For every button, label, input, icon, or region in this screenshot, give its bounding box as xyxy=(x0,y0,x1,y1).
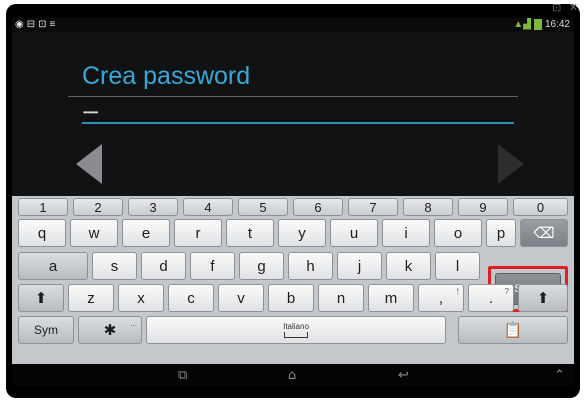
key-9[interactable]: 9 xyxy=(458,198,508,216)
on-screen-keyboard: 1 2 3 4 5 6 7 8 9 0 q w e r t y u i o p … xyxy=(12,196,574,364)
settings-gear-icon: ✱ xyxy=(103,322,117,339)
key-4[interactable]: 4 xyxy=(183,198,233,216)
key-d[interactable]: d xyxy=(141,252,186,280)
key-u[interactable]: u xyxy=(330,219,378,247)
status-bar: ◉ ⊟ ⊡ ≡ ▲▟ 16:42 xyxy=(12,18,574,32)
shift-key-left[interactable]: ⬆ xyxy=(18,284,64,312)
clipboard-key[interactable]: 📋 xyxy=(458,316,568,344)
key-2[interactable]: 2 xyxy=(73,198,123,216)
password-input[interactable]: •••••••• xyxy=(82,108,514,124)
backspace-key[interactable]: ⌫ xyxy=(520,219,568,247)
signal-icon: ▲▟ xyxy=(513,19,531,30)
gallery-icon: ⊡ xyxy=(38,19,47,30)
screen-icon: ⊟ xyxy=(26,19,36,30)
notification-icons: ◉ ⊟ ⊡ ≡ xyxy=(15,19,55,30)
key-1[interactable]: 1 xyxy=(18,198,68,216)
language-label: Italiano xyxy=(283,322,309,331)
key-w[interactable]: w xyxy=(70,219,118,247)
key-6[interactable]: 6 xyxy=(293,198,343,216)
qwerty-row: q w e r t y u i o p ⌫ xyxy=(12,219,574,249)
backspace-icon: ⌫ xyxy=(533,225,555,242)
recent-apps-icon[interactable]: ⧉ xyxy=(178,368,187,383)
key-z[interactable]: z xyxy=(68,284,114,312)
title-divider xyxy=(68,96,518,97)
key-0[interactable]: 0 xyxy=(513,198,568,216)
shift-key-right[interactable]: ⬆ xyxy=(518,284,568,312)
settings-key[interactable]: ✱ ... xyxy=(78,316,142,344)
hide-keyboard-icon[interactable]: ⌃ xyxy=(554,368,565,383)
space-icon xyxy=(283,332,308,338)
key-5[interactable]: 5 xyxy=(238,198,288,216)
key-b[interactable]: b xyxy=(268,284,314,312)
question-sublabel: ? xyxy=(504,287,509,296)
key-s[interactable]: s xyxy=(92,252,137,280)
key-j[interactable]: j xyxy=(337,252,382,280)
key-a[interactable]: a xyxy=(18,252,88,280)
key-comma[interactable]: , ! xyxy=(418,284,464,312)
key-o[interactable]: o xyxy=(434,219,482,247)
password-mask: •••••••• xyxy=(83,108,98,117)
key-f[interactable]: f xyxy=(190,252,235,280)
key-q[interactable]: q xyxy=(18,219,66,247)
shift-icon: ⬆ xyxy=(536,290,550,307)
function-row: Sym ✱ ... Italiano 📋 xyxy=(12,316,574,346)
key-n[interactable]: n xyxy=(318,284,364,312)
clipboard-icon: 📋 xyxy=(503,322,523,339)
key-t[interactable]: t xyxy=(226,219,274,247)
battery-icon xyxy=(533,19,542,30)
key-x[interactable]: x xyxy=(118,284,164,312)
space-bar-label: Italiano xyxy=(283,322,309,338)
system-indicators: ▲▟ 16:42 xyxy=(513,19,570,30)
shift-icon: ⬆ xyxy=(34,290,48,307)
key-8[interactable]: 8 xyxy=(403,198,453,216)
key-k[interactable]: k xyxy=(386,252,431,280)
back-icon[interactable]: ↩ xyxy=(398,368,409,383)
key-period[interactable]: . ? xyxy=(468,284,514,312)
key-r[interactable]: r xyxy=(174,219,222,247)
page-title: Crea password xyxy=(82,62,251,90)
key-i[interactable]: i xyxy=(382,219,430,247)
period-label: . xyxy=(488,289,494,307)
key-m[interactable]: m xyxy=(368,284,414,312)
bottom-letter-row: ⬆ z x c v b n m , ! . ? ⬆ xyxy=(12,284,574,314)
key-c[interactable]: c xyxy=(168,284,214,312)
previous-arrow-icon[interactable] xyxy=(76,144,102,184)
space-bar[interactable]: Italiano xyxy=(146,316,446,344)
key-l[interactable]: l xyxy=(435,252,480,280)
key-y[interactable]: y xyxy=(278,219,326,247)
window-controls[interactable]: ⊡ ✕ xyxy=(552,1,580,14)
navigation-bar: ⧉ ⌂ ↩ ⌃ xyxy=(12,364,574,386)
next-arrow-icon[interactable] xyxy=(498,144,524,184)
clock: 16:42 xyxy=(544,19,570,30)
key-7[interactable]: 7 xyxy=(348,198,398,216)
key-h[interactable]: h xyxy=(288,252,333,280)
comma-label: , xyxy=(438,289,444,307)
key-3[interactable]: 3 xyxy=(128,198,178,216)
key-e[interactable]: e xyxy=(122,219,170,247)
sym-key[interactable]: Sym xyxy=(18,316,74,344)
device-screen: ◉ ⊟ ⊡ ≡ ▲▟ 16:42 Crea password •••••••• … xyxy=(12,18,574,386)
key-g[interactable]: g xyxy=(239,252,284,280)
eye-icon: ◉ xyxy=(15,19,24,30)
input-underline xyxy=(82,122,514,124)
menu-icon: ≡ xyxy=(49,19,56,30)
exclamation-sublabel: ! xyxy=(456,287,459,296)
home-icon[interactable]: ⌂ xyxy=(288,368,296,383)
key-p[interactable]: p xyxy=(486,219,516,247)
key-v[interactable]: v xyxy=(218,284,264,312)
settings-more-sublabel: ... xyxy=(130,319,137,328)
